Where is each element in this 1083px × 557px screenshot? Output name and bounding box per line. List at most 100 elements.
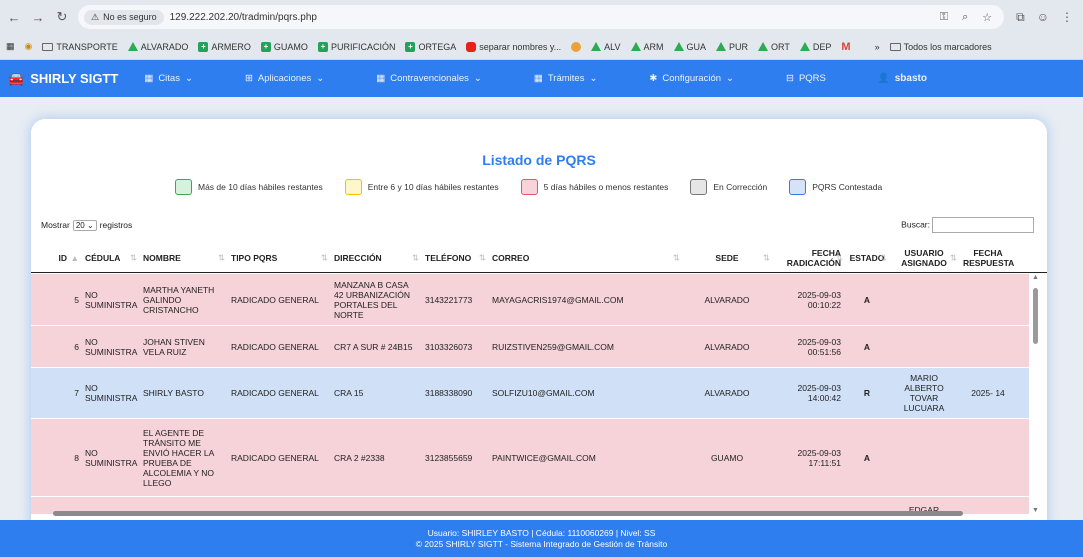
extensions-icon[interactable]: ⧉	[1016, 10, 1025, 25]
chevron-down-icon: ⌄	[726, 73, 734, 84]
column-header[interactable]: TELÉFONO ⇅	[421, 252, 488, 263]
table-row[interactable]: 8 NO SUMINISTRA EL AGENTE DE TRÁNSITO ME E…	[31, 419, 1029, 497]
calendar-icon: ▦	[144, 73, 154, 84]
drive-icon	[630, 42, 641, 51]
bookmark-item[interactable]: PUR	[716, 42, 748, 52]
plus-app-icon: +	[317, 41, 328, 52]
cell-estado: R	[863, 388, 871, 398]
cell-sede: GUAMO	[710, 452, 744, 463]
brand[interactable]: 🚘 SHIRLY SIGTT	[8, 71, 118, 87]
all-bookmarks[interactable]: Todos los marcadores	[889, 42, 992, 52]
bookmark-label: TRANSPORTE	[56, 41, 118, 52]
cell-tipo: RADICADO GENERAL	[231, 388, 319, 398]
nav-menu-contravencionales[interactable]: ▦ Contravencionales ⌄	[376, 73, 482, 84]
column-header[interactable]: SEDE ⇅	[682, 252, 772, 263]
nav-menu-label: Configuración	[662, 73, 722, 84]
zoom-icon[interactable]: ⌕	[962, 11, 968, 24]
dot-icon	[571, 41, 582, 52]
bookmark-item[interactable]: ALVARADO	[127, 42, 188, 52]
nav-menu-trmites[interactable]: ▦ Trámites ⌄	[534, 73, 598, 84]
cell-respuesta: 2025- 14	[971, 388, 1005, 398]
table-row[interactable]: 7 NO SUMINISTRA SHIRLY BASTO RADICADO GENER…	[31, 368, 1029, 419]
column-header[interactable]: ESTADO ⇅	[845, 252, 889, 263]
gear-icon: ✱	[649, 73, 658, 84]
cell-direccion: CRA 2 #2338	[334, 452, 385, 463]
cell-estado: A	[863, 294, 871, 305]
table-row[interactable]: 5 NO SUMINISTRA MARTHA YANETH GALINDO CRIS…	[31, 274, 1029, 326]
cell-estado: A	[863, 341, 871, 352]
more-bookmarks-icon[interactable]: »	[875, 42, 880, 52]
star-icon[interactable]: ☆	[982, 11, 992, 24]
cell-usuario: MARIO ALBERTO TOVAR LUCUARA	[903, 373, 945, 413]
column-header-label: CORREO	[492, 252, 530, 263]
kebab-menu-icon[interactable]: ⋮	[1061, 10, 1073, 25]
legend-swatch	[344, 179, 362, 195]
table-row[interactable]: 6 NO SUMINISTRA JOHAN STIVEN VELA RUIZ RADI…	[31, 326, 1029, 368]
bookmark-item[interactable]: DEP	[799, 41, 832, 52]
column-header-label: FECHA RADICACIÓN	[786, 247, 841, 268]
apps-grid-icon[interactable]: ▦	[6, 41, 15, 52]
gmail-icon[interactable]: M	[841, 41, 850, 53]
search-input[interactable]	[932, 217, 1034, 233]
bookmark-item[interactable]: GUA	[673, 42, 706, 52]
nav-menu-configuracin[interactable]: ✱ Configuración ⌄	[649, 73, 734, 84]
bookmark-item[interactable]: ORT	[758, 42, 790, 52]
column-header[interactable]: NOMBRE ⇅	[139, 252, 227, 263]
calendar-icon: ▦	[533, 73, 543, 84]
column-header-label: USUARIO ASIGNADO	[901, 247, 947, 268]
user-menu[interactable]: 👤 sbasto	[878, 73, 927, 84]
legend-swatch	[520, 179, 538, 195]
horizontal-scroll-thumb[interactable]	[53, 511, 963, 516]
translate-icon[interactable]: ⚿	[940, 11, 948, 24]
bookmark-item[interactable]: separar nombres y...	[466, 41, 561, 52]
column-header[interactable]: CÉDULA ⇅	[81, 252, 139, 263]
column-header[interactable]: ID ▲	[31, 253, 81, 263]
bookmark-label: DEP	[812, 41, 832, 52]
page-length-control: Mostrar 20 ⌄ registros	[41, 220, 133, 231]
scroll-up-icon[interactable]: ▲	[1032, 274, 1039, 281]
column-header[interactable]: FECHA RADICACIÓN ⇅	[772, 248, 845, 268]
plus-app-icon: +	[405, 41, 416, 52]
pinned-site-icon[interactable]: ◉	[25, 41, 33, 52]
legend-label: En Corrección	[713, 182, 768, 192]
bookmark-item[interactable]: ARM	[630, 42, 664, 52]
cell-telefono: 3103326073	[425, 341, 473, 352]
bookmark-item[interactable]: + GUAMO	[260, 41, 308, 52]
nav-menu-aplicaciones[interactable]: ⊞ Aplicaciones ⌄	[245, 73, 324, 84]
column-header[interactable]: FECHA RESPUESTA	[959, 248, 1017, 268]
video-icon	[466, 41, 477, 52]
bookmark-item[interactable]	[571, 41, 582, 52]
profile-icon[interactable]: ☺	[1037, 10, 1049, 25]
bookmark-item[interactable]: ALV	[591, 42, 621, 52]
nav-menu-pqrs[interactable]: ⊟ PQRS	[786, 73, 826, 84]
drive-icon	[799, 42, 810, 51]
drive-icon	[758, 42, 769, 51]
column-header[interactable]: DIRECCIÓN ⇅	[330, 252, 421, 263]
horizontal-scrollbar[interactable]	[43, 509, 1025, 517]
user-icon: 👤	[877, 73, 890, 84]
cell-cedula: NO SUMINISTRA	[85, 447, 138, 468]
bookmark-item[interactable]: + ARMERO	[198, 41, 251, 52]
column-header-label: CÉDULA	[85, 252, 121, 263]
scroll-down-icon[interactable]: ▼	[1032, 507, 1039, 514]
back-icon[interactable]: ←	[6, 10, 22, 25]
cell-nombre: JOHAN STIVEN VELA RUIZ	[143, 336, 205, 357]
nav-menu-citas[interactable]: ▦ Citas ⌄	[144, 73, 193, 84]
address-bar[interactable]: ⚠ No es seguro 129.222.202.20/tradmin/pqr…	[78, 5, 1005, 29]
column-header[interactable]: TIPO PQRS ⇅	[227, 252, 330, 263]
bookmark-item[interactable]: + ORTEGA	[405, 41, 456, 52]
nav-menu-label: PQRS	[798, 73, 826, 84]
column-header[interactable]: USUARIO ASIGNADO ⇅	[889, 248, 959, 268]
vertical-scroll-thumb[interactable]	[1033, 288, 1038, 344]
reload-icon[interactable]: ↻	[54, 9, 70, 25]
vertical-scrollbar[interactable]: ▲ ▼	[1031, 274, 1041, 514]
cell-fecha: 2025-09-03 14:00:42	[797, 383, 841, 403]
bookmark-item[interactable]: TRANSPORTE	[42, 41, 118, 52]
column-header-label: NOMBRE	[143, 252, 181, 263]
column-header[interactable]: CORREO ⇅	[488, 252, 682, 263]
security-badge[interactable]: ⚠ No es seguro	[84, 9, 164, 25]
table-body: 5 NO SUMINISTRA MARTHA YANETH GALINDO CRIS…	[31, 274, 1029, 514]
page-length-select[interactable]: 20 ⌄	[72, 220, 97, 231]
forward-icon[interactable]: →	[30, 10, 46, 25]
bookmark-item[interactable]: + PURIFICACIÓN	[317, 41, 395, 52]
